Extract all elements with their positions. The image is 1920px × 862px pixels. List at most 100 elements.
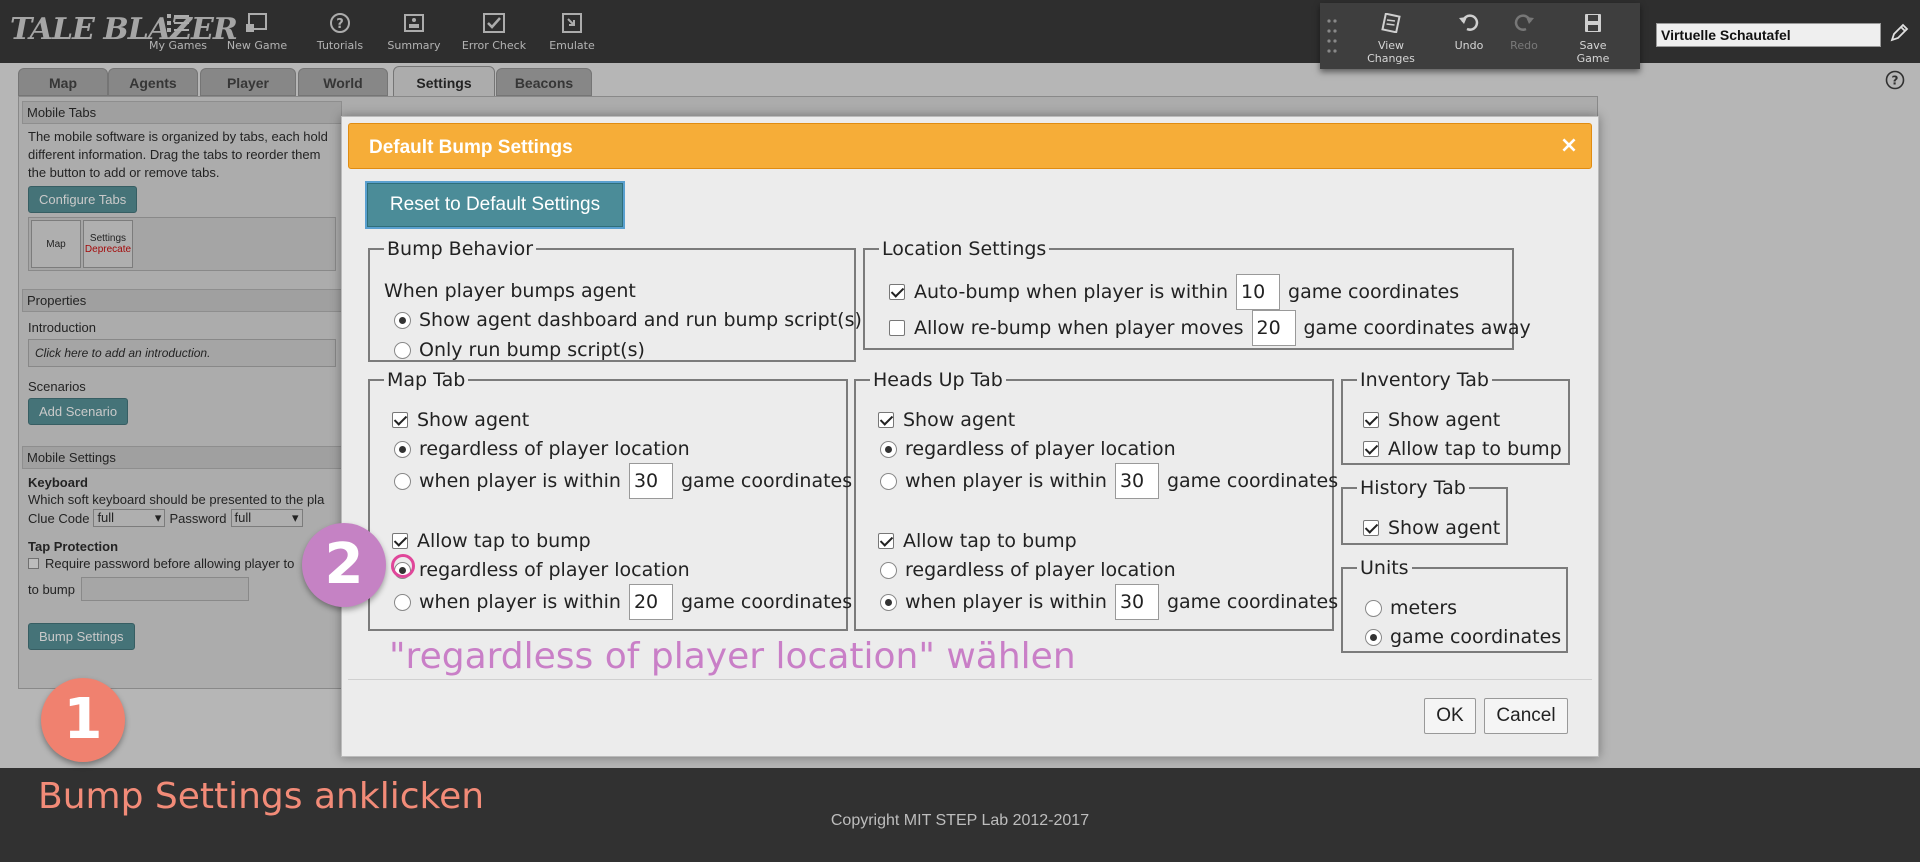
auto-bump-checkbox[interactable] [889,284,905,300]
undo-icon [1459,14,1479,31]
annotation-step2-badge: 2 [302,523,386,607]
save-game-label: Save Game [1576,39,1610,65]
rebump-checkbox[interactable] [889,320,905,336]
map-show-regardless-label: regardless of player location [419,438,690,460]
redo-label: Redo [1510,39,1538,52]
inventory-tab-group: Inventory Tab Show agent Allow tap to bu… [1341,369,1570,465]
heads-up-tab-group: Heads Up Tab Show agent regardless of pl… [854,369,1338,631]
bump-option-script-label: Only run bump script(s) [419,339,645,361]
map-allow-tap-checkbox[interactable] [392,533,408,549]
hud-show-agent-label: Show agent [903,409,1016,431]
edit-toolbar: View Changes Undo Redo Save Game [1320,3,1640,69]
units-game-coordinates-label: game coordinates [1390,626,1562,648]
hist-show-agent[interactable]: Show agent [1363,517,1500,539]
hud-allow-tap[interactable]: Allow tap to bump [878,530,1077,552]
hud-tap-regardless-label: regardless of player location [905,559,1176,581]
game-title-input[interactable]: Virtuelle Schautafel [1656,23,1881,47]
hud-tap-regardless-radio[interactable] [880,561,897,579]
map-tap-regardless[interactable]: regardless of player location [394,559,690,581]
map-tap-within-radio[interactable] [394,593,411,611]
map-tap-regardless-label: regardless of player location [419,559,690,581]
ok-button[interactable]: OK [1424,698,1476,734]
map-tap-within-input[interactable]: 20 [628,584,673,620]
undo-button[interactable]: Undo [1450,13,1488,52]
redo-icon [1514,14,1534,31]
map-show-agent-checkbox[interactable] [392,412,408,428]
hud-show-regardless-label: regardless of player location [905,438,1176,460]
undo-label: Undo [1454,39,1484,52]
history-tab-legend: History Tab [1360,477,1466,499]
bump-option-dashboard-label: Show agent dashboard and run bump script… [419,309,862,331]
bump-option-dashboard-radio[interactable] [394,311,411,329]
bump-option-dashboard[interactable]: Show agent dashboard and run bump script… [394,309,862,331]
map-show-within-radio[interactable] [394,472,411,490]
rebump-label: Allow re-bump when player moves [914,317,1244,339]
inv-allow-tap-checkbox[interactable] [1363,441,1379,457]
drag-handle-icon[interactable] [1326,17,1338,57]
map-tap-within-unit: game coordinates [680,591,853,613]
map-show-agent-label: Show agent [417,409,530,431]
auto-bump-distance-input[interactable]: 10 [1236,274,1281,310]
highlight-ring [391,554,415,578]
reset-default-button[interactable]: Reset to Default Settings [365,181,625,229]
annotation-step1-text: Bump Settings anklicken [38,776,485,817]
view-changes-button[interactable]: View Changes [1354,13,1428,65]
units-meters-radio[interactable] [1365,599,1382,617]
rebump-distance-input[interactable]: 20 [1251,310,1296,346]
save-game-button[interactable]: Save Game [1562,13,1624,65]
history-tab-group: History Tab Show agent [1341,477,1508,545]
map-allow-tap[interactable]: Allow tap to bump [392,530,591,552]
hud-show-regardless[interactable]: regardless of player location [880,438,1176,460]
bump-behavior-intro: When player bumps agent [384,280,636,302]
rebump-unit: game coordinates away [1303,317,1531,339]
bump-option-script-only[interactable]: Only run bump script(s) [394,339,645,361]
units-game-coordinates[interactable]: game coordinates [1365,626,1561,648]
auto-bump-label: Auto-bump when player is within [914,281,1229,303]
hud-show-within-input[interactable]: 30 [1114,463,1159,499]
hud-show-regardless-radio[interactable] [880,440,897,458]
hud-tap-within-label: when player is within [905,591,1107,613]
map-tab-legend: Map Tab [387,369,466,391]
hud-tap-within-radio[interactable] [880,593,897,611]
map-show-regardless-radio[interactable] [394,440,411,458]
rebump-row: Allow re-bump when player moves 20 game … [889,310,1531,346]
units-group: Units meters game coordinates [1341,557,1568,653]
hud-show-within-radio[interactable] [880,472,897,490]
map-show-agent[interactable]: Show agent [392,409,529,431]
units-meters[interactable]: meters [1365,597,1457,619]
redo-button[interactable]: Redo [1506,13,1542,52]
inventory-tab-legend: Inventory Tab [1360,369,1489,391]
auto-bump-row: Auto-bump when player is within 10 game … [889,274,1459,310]
close-icon[interactable]: × [1559,135,1579,157]
inv-show-agent-label: Show agent [1388,409,1501,431]
map-show-within-label: when player is within [419,470,621,492]
pencil-icon[interactable] [1888,22,1910,44]
map-show-regardless[interactable]: regardless of player location [394,438,690,460]
hud-tap-within-unit: game coordinates [1166,591,1339,613]
view-changes-icon [1381,13,1401,33]
cancel-button[interactable]: Cancel [1484,698,1568,734]
hud-tap-within: when player is within 30 game coordinates [880,584,1338,620]
units-legend: Units [1360,557,1409,579]
hud-show-agent[interactable]: Show agent [878,409,1015,431]
map-show-within-input[interactable]: 30 [628,463,673,499]
hud-show-agent-checkbox[interactable] [878,412,894,428]
save-icon [1585,14,1601,32]
heads-up-tab-legend: Heads Up Tab [873,369,1003,391]
hud-allow-tap-checkbox[interactable] [878,533,894,549]
annotation-step2-text: "regardless of player location" wählen [389,636,1076,677]
dialog-header: Default Bump Settings × [348,123,1592,169]
hud-tap-within-input[interactable]: 30 [1114,584,1159,620]
inv-allow-tap[interactable]: Allow tap to bump [1363,438,1562,460]
bump-behavior-group: Bump Behavior When player bumps agent Sh… [368,238,862,362]
hist-show-agent-checkbox[interactable] [1363,520,1379,536]
inv-allow-tap-label: Allow tap to bump [1388,438,1562,460]
inv-show-agent-checkbox[interactable] [1363,412,1379,428]
auto-bump-unit: game coordinates [1288,281,1460,303]
inv-show-agent[interactable]: Show agent [1363,409,1500,431]
bump-option-script-radio[interactable] [394,341,411,359]
hud-tap-regardless[interactable]: regardless of player location [880,559,1176,581]
units-game-coordinates-radio[interactable] [1365,628,1382,646]
hud-allow-tap-label: Allow tap to bump [903,530,1077,552]
map-allow-tap-label: Allow tap to bump [417,530,591,552]
